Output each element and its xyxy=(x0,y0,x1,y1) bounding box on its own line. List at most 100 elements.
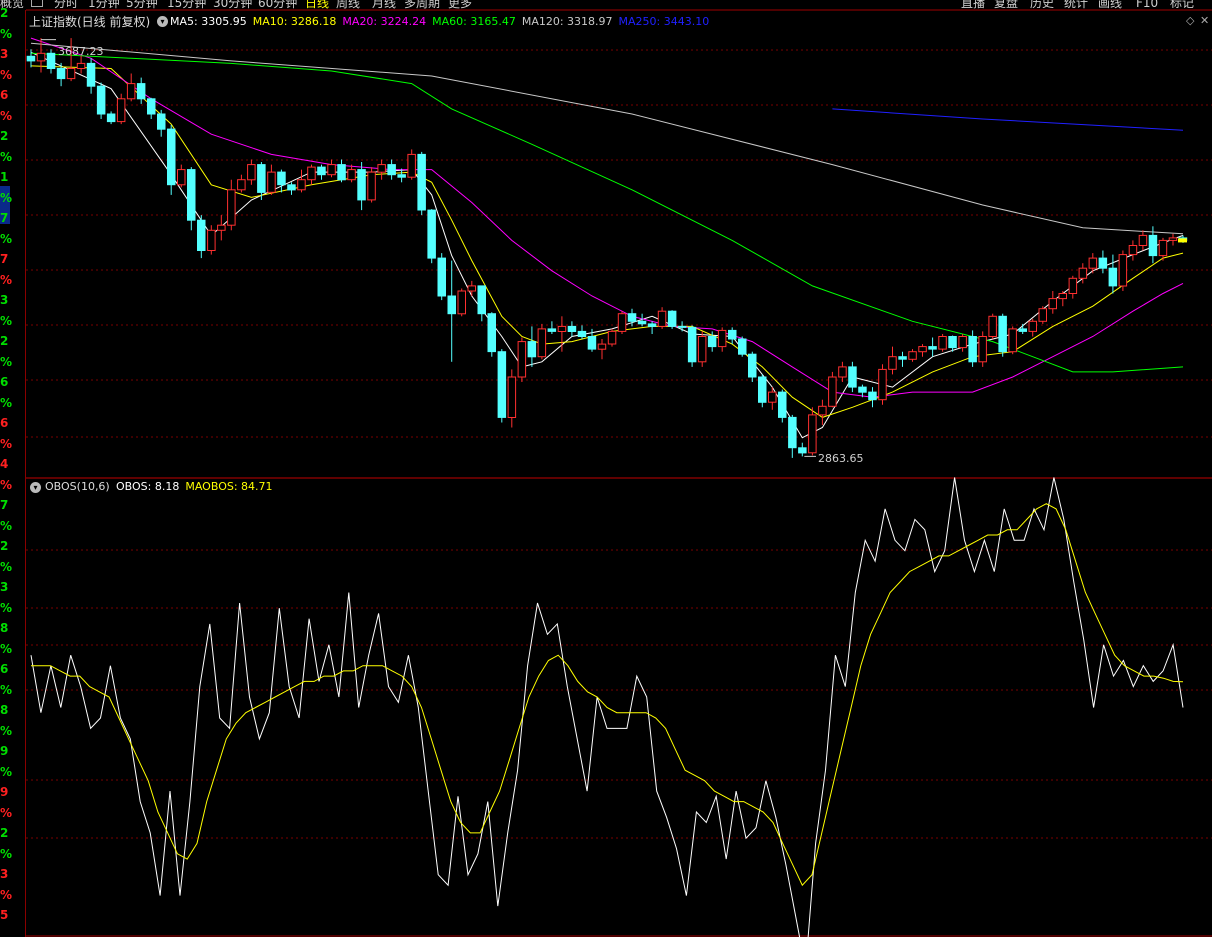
candle-body xyxy=(327,164,336,176)
candle-body xyxy=(487,313,496,353)
candle-body xyxy=(397,174,406,178)
indicator-legend: OBOS: 8.18 MAOBOS: 84.71 xyxy=(116,480,279,493)
candle-body xyxy=(687,326,697,363)
candle-body xyxy=(407,153,416,178)
candle-body xyxy=(627,313,637,322)
candle-body xyxy=(367,171,376,201)
candle-body xyxy=(1008,328,1017,353)
candle-body xyxy=(1158,239,1168,257)
candle-body xyxy=(136,83,146,100)
candle-body xyxy=(1088,257,1098,269)
candle-body xyxy=(998,315,1007,353)
candle-body xyxy=(427,209,436,259)
ma-line-ma250 xyxy=(832,108,1184,131)
candle-body xyxy=(808,414,817,454)
candle-body xyxy=(928,346,937,350)
indicator-line-maobos xyxy=(31,503,1184,887)
candle-body xyxy=(728,329,737,340)
candle-body xyxy=(437,257,446,297)
candle-body xyxy=(858,386,867,393)
ma-line-ma60 xyxy=(30,52,1184,373)
candle-body xyxy=(357,169,366,201)
candle-body xyxy=(237,179,246,191)
candle-body xyxy=(247,164,256,181)
candle-body xyxy=(1118,254,1128,287)
candle-body xyxy=(177,169,186,186)
chart-surface[interactable] xyxy=(0,0,1212,937)
candle-body xyxy=(607,330,617,345)
candle-body xyxy=(76,62,86,70)
candle-body xyxy=(66,68,76,80)
candle-body xyxy=(577,330,587,337)
indicator-title: OBOS(10,6) xyxy=(45,480,110,493)
candle-body xyxy=(1138,234,1148,246)
candle-body xyxy=(908,351,917,360)
candle-body xyxy=(267,171,276,193)
candle-body xyxy=(147,98,156,115)
candle-body xyxy=(317,166,326,176)
indicator-legend-item: OBOS: 8.18 xyxy=(116,480,180,493)
candle-body xyxy=(167,128,176,186)
candle-body xyxy=(477,285,486,315)
candle-body xyxy=(217,224,226,231)
candle-body xyxy=(657,310,667,327)
candle-body xyxy=(748,353,757,378)
candle-body xyxy=(1098,257,1108,269)
candle-body xyxy=(647,323,657,327)
candle-body xyxy=(667,310,677,327)
high-price-label: 3687.23 xyxy=(58,45,104,58)
pane-close-icon[interactable]: ✕ xyxy=(1200,14,1209,28)
candle-body xyxy=(677,325,687,328)
candle-body xyxy=(1078,267,1088,279)
candle-body xyxy=(978,336,987,363)
candle-body xyxy=(387,164,396,176)
candle-body xyxy=(637,320,647,325)
candle-body xyxy=(707,336,717,348)
candle-body xyxy=(207,229,216,252)
candle-body xyxy=(717,329,727,348)
ma-legend-item: MA60: 3165.47 xyxy=(432,15,516,28)
candle-body xyxy=(888,356,897,370)
candle-body xyxy=(417,153,426,211)
candle-body xyxy=(197,219,206,251)
candle-body xyxy=(1028,320,1037,332)
pane-diamond-icon[interactable]: ◇ xyxy=(1186,14,1194,28)
candle-body xyxy=(557,325,567,332)
candle-body xyxy=(157,113,166,130)
candle-body xyxy=(337,164,346,181)
candle-body xyxy=(227,189,236,226)
candle-body xyxy=(738,338,747,355)
ma-legend-item: MA20: 3224.24 xyxy=(342,15,427,28)
current-price-marker xyxy=(1178,238,1187,243)
indicator-legend-item: MAOBOS: 84.71 xyxy=(185,480,273,493)
candle-body xyxy=(1108,267,1118,287)
candle-body xyxy=(828,376,837,407)
candle-body xyxy=(617,313,627,332)
candle-body xyxy=(547,328,557,332)
candle-body xyxy=(758,376,767,403)
candle-body xyxy=(277,171,286,186)
candle-body xyxy=(187,169,196,221)
ma-legend-item: MA120: 3318.97 xyxy=(521,15,613,28)
candle-body xyxy=(297,179,306,191)
candle-body xyxy=(567,325,577,332)
candle-body xyxy=(457,290,466,315)
candle-body xyxy=(1168,237,1178,241)
candle-body xyxy=(307,166,316,181)
candle-body xyxy=(257,164,266,193)
candle-body xyxy=(878,368,887,401)
candle-body xyxy=(96,85,106,115)
candle-body xyxy=(1128,245,1138,256)
candle-body xyxy=(697,336,707,363)
candle-body xyxy=(868,391,877,401)
low-price-label: 2863.65 xyxy=(818,452,864,465)
pane-menu-icon[interactable]: ▾ xyxy=(157,16,168,27)
candle-body xyxy=(347,169,356,181)
candle-body xyxy=(36,52,46,62)
candle-body xyxy=(968,336,977,363)
ma-legend-item: MA5: 3305.95 xyxy=(170,15,247,28)
candle-body xyxy=(948,336,957,349)
ma-line-ma120 xyxy=(30,42,1184,235)
candle-body xyxy=(587,336,597,350)
indicator-menu-icon[interactable]: ▾ xyxy=(30,482,41,493)
